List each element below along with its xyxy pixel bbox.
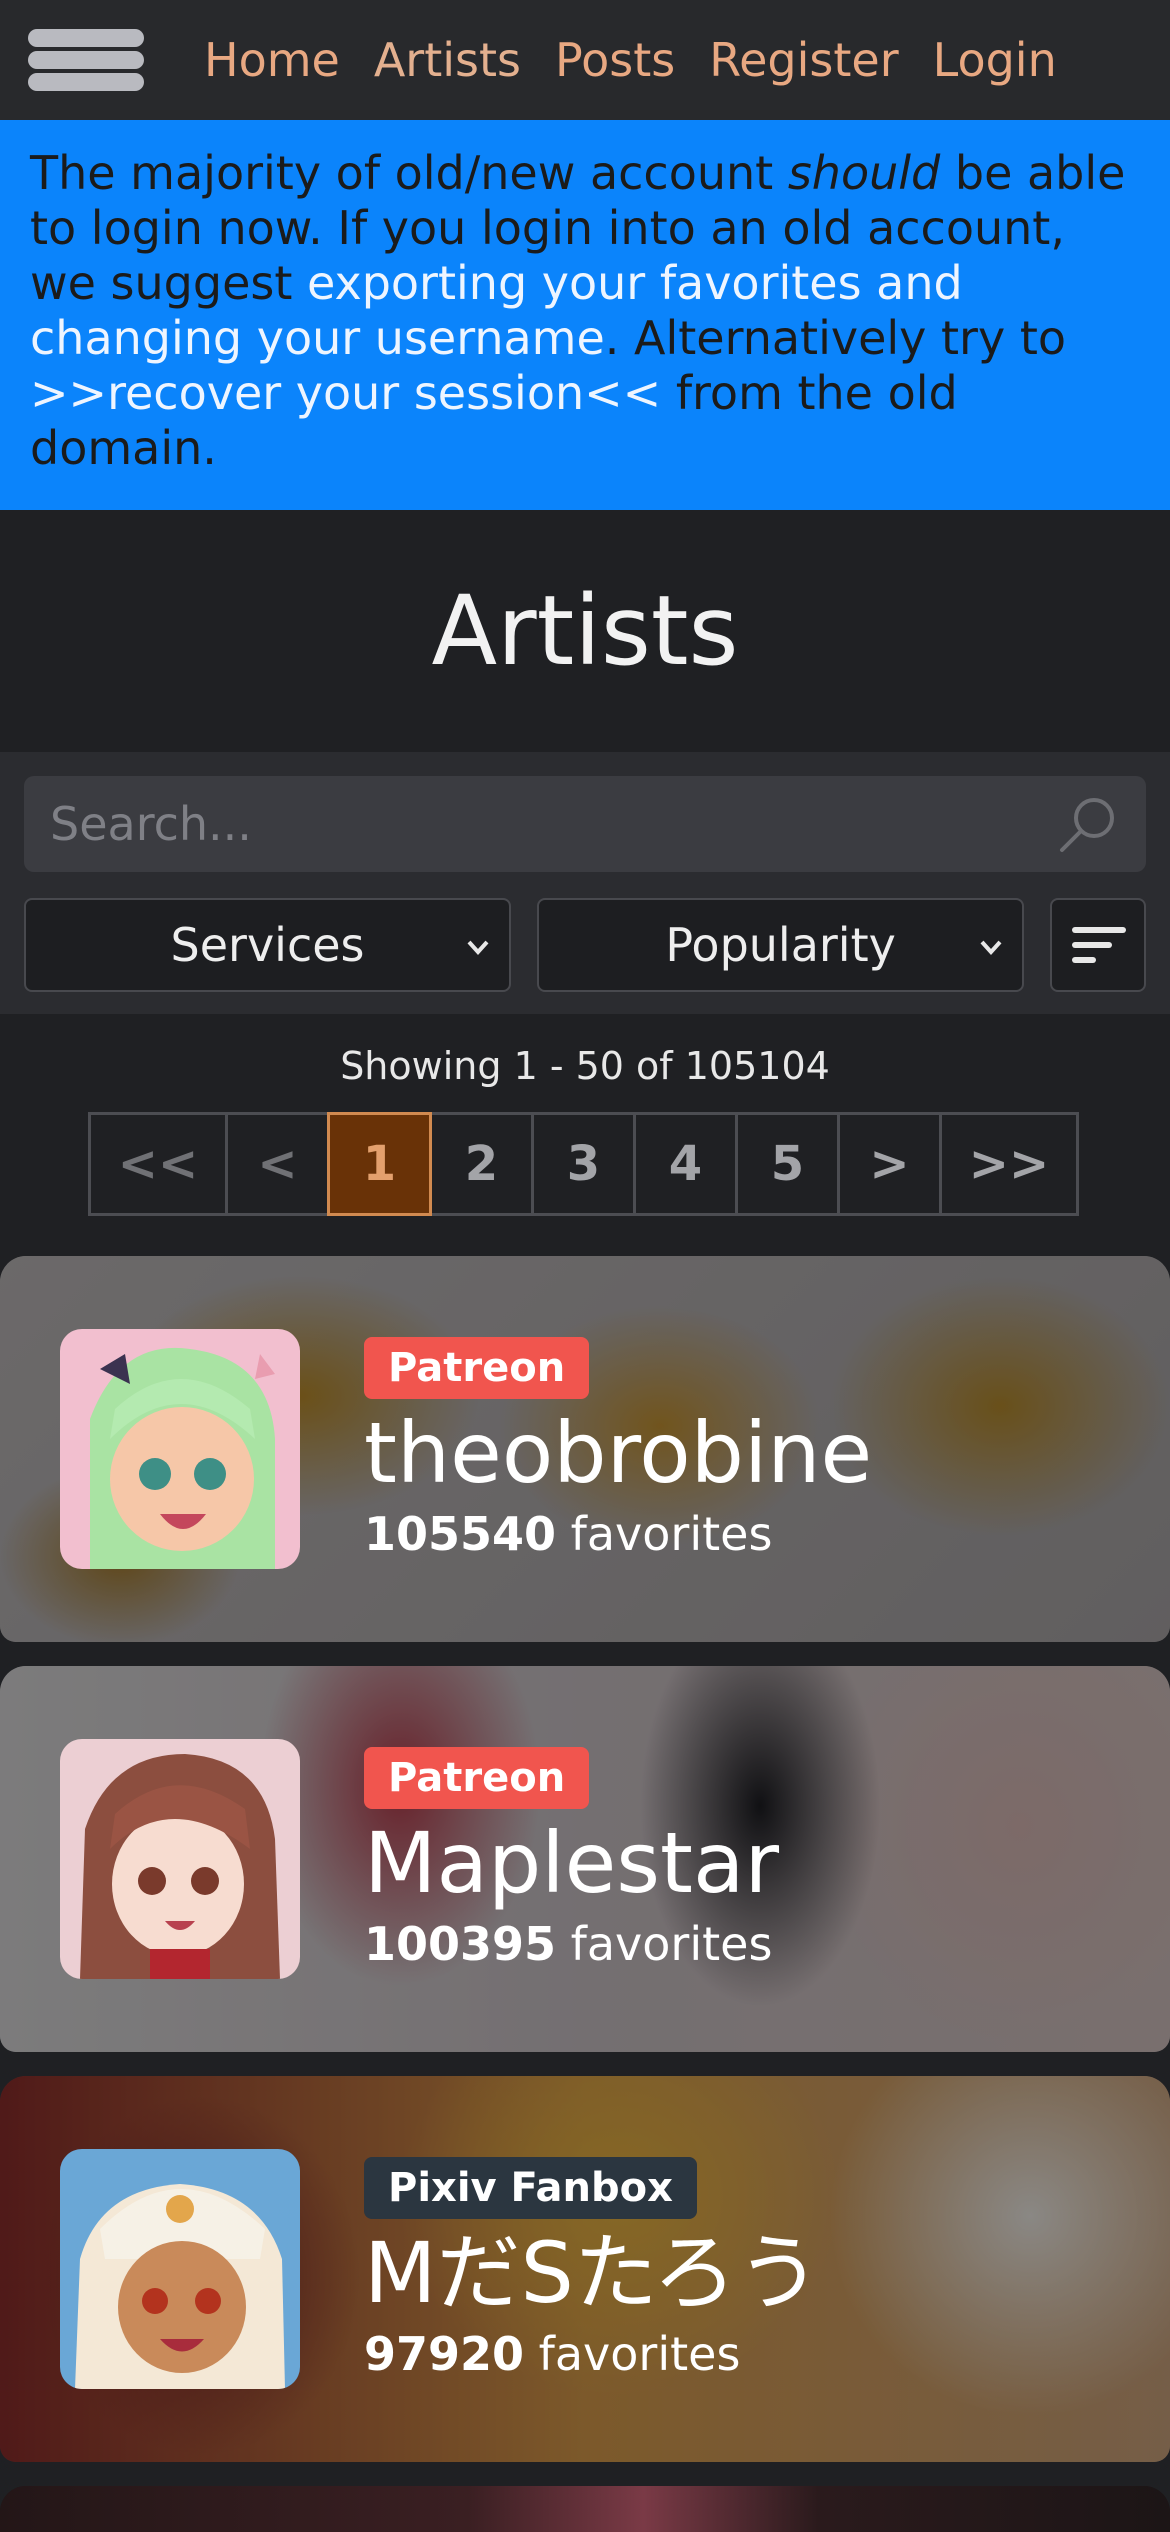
artist-name: Maplestar: [364, 1814, 779, 1912]
sort-order-button[interactable]: [1050, 898, 1146, 992]
announcement-emphasis: should: [787, 146, 941, 200]
artist-info: Pixiv Fanbox MだSたろう 97920 favorites: [364, 2157, 821, 2381]
nav-link-login[interactable]: Login: [933, 33, 1057, 87]
sort-by-select-value: Popularity: [665, 918, 896, 972]
artist-avatar: [60, 1329, 300, 1569]
announcement-text-3: . Alternatively try to: [604, 311, 1066, 365]
artist-card[interactable]: Patreon theobrobine 105540 favorites: [0, 1256, 1170, 1642]
service-select[interactable]: Services: [24, 898, 512, 992]
service-badge: Pixiv Fanbox: [364, 2157, 697, 2219]
page-button-4[interactable]: 4: [633, 1112, 738, 1216]
top-nav: Home Artists Posts Register Login: [0, 0, 1170, 120]
favorites-number: 97920: [364, 2327, 525, 2381]
filter-row: Services Popularity: [24, 898, 1146, 992]
search-input[interactable]: [50, 797, 1056, 851]
artist-avatar: [60, 1739, 300, 1979]
page-button-3[interactable]: 3: [531, 1112, 636, 1216]
chevron-down-icon: [980, 940, 1002, 955]
favorites-count: 105540 favorites: [364, 1507, 872, 1561]
favorites-number: 100395: [364, 1917, 557, 1971]
announcement-text-1: The majority of old/new account: [30, 146, 788, 200]
favorites-label: favorites: [524, 2327, 741, 2381]
artist-name: theobrobine: [364, 1404, 873, 1502]
search-panel: Services Popularity: [0, 752, 1170, 1014]
nav-link-register[interactable]: Register: [709, 33, 898, 87]
artist-name: MだSたろう: [364, 2224, 821, 2322]
nav-link-artists[interactable]: Artists: [374, 33, 521, 87]
service-badge: Patreon: [364, 1337, 590, 1399]
page-button-1[interactable]: 1: [327, 1112, 432, 1216]
prev-page-button[interactable]: <: [225, 1112, 330, 1216]
page-button-2[interactable]: 2: [429, 1112, 534, 1216]
service-select-value: Services: [170, 918, 365, 972]
first-page-button[interactable]: <<: [88, 1112, 228, 1216]
search-box: [24, 776, 1146, 872]
artist-info: Patreon Maplestar 100395 favorites: [364, 1747, 779, 1971]
artist-list: Patreon theobrobine 105540 favorites Pat…: [0, 1256, 1170, 2532]
nav-link-posts[interactable]: Posts: [555, 33, 675, 87]
artist-card[interactable]: Patreon Maplestar 100395 favorites: [0, 1666, 1170, 2052]
menu-icon[interactable]: [28, 15, 144, 105]
sort-by-select[interactable]: Popularity: [537, 898, 1025, 992]
favorites-label: favorites: [556, 1917, 773, 1971]
favorites-number: 105540: [364, 1507, 557, 1561]
page-button-5[interactable]: 5: [735, 1112, 840, 1216]
nav-links: Home Artists Posts Register Login: [204, 33, 1057, 87]
artist-card[interactable]: Pixiv Fanbox MだSたろう 97920 favorites: [0, 2076, 1170, 2462]
sort-icon: [1072, 927, 1127, 933]
page-title: Artists: [431, 575, 739, 687]
recover-session-link[interactable]: >>recover your session<<: [30, 366, 661, 420]
chevron-down-icon: [467, 940, 489, 955]
artist-card-partial[interactable]: [0, 2486, 1170, 2532]
favorites-count: 100395 favorites: [364, 1917, 779, 1971]
page-header: Artists: [0, 510, 1170, 752]
search-icon[interactable]: [1056, 792, 1120, 856]
artist-info: Patreon theobrobine 105540 favorites: [364, 1337, 872, 1561]
announcement-banner: The majority of old/new account should b…: [0, 120, 1170, 510]
service-badge: Patreon: [364, 1747, 590, 1809]
pagination: << < 1 2 3 4 5 > >>: [0, 1112, 1170, 1216]
results-count: Showing 1 - 50 of 105104: [340, 1044, 830, 1088]
artist-avatar: [60, 2149, 300, 2389]
favorites-count: 97920 favorites: [364, 2327, 821, 2381]
next-page-button[interactable]: >: [837, 1112, 942, 1216]
last-page-button[interactable]: >>: [939, 1112, 1079, 1216]
favorites-label: favorites: [556, 1507, 773, 1561]
nav-link-home[interactable]: Home: [204, 33, 340, 87]
